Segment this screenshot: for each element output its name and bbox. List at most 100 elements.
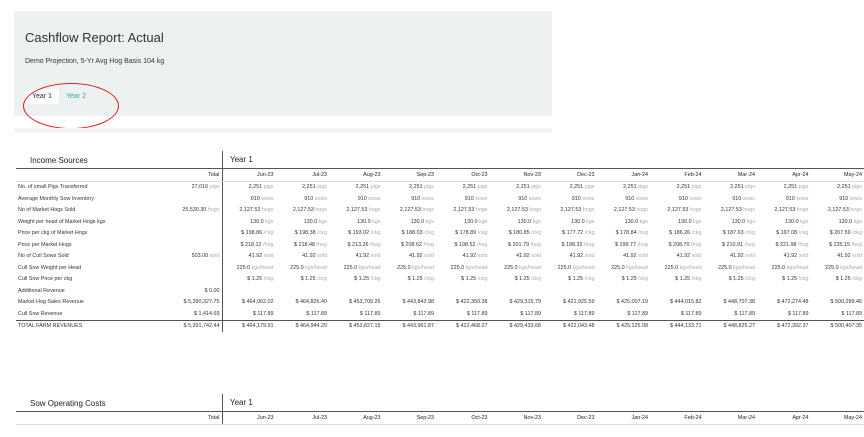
month-cell: 130.0 kgs [571,218,595,225]
report-header-card: Cashflow Report: Actual Demo Projection,… [14,11,552,129]
month-cell: 130.0 kgs [410,218,434,225]
row-label: Market Hog Sales Revenue [18,299,84,306]
month-cell: 910 sows [625,195,648,202]
month-cell: $ 218.12 /hog [240,241,274,248]
month-cell: $ 117.89 [520,310,541,317]
unit-label: hogs [688,207,702,214]
month-cell: 41.92 sold [569,253,595,260]
month-cell: 41.92 sold [623,253,648,260]
unit-label: sows [527,195,541,202]
unit-label: sows [313,195,327,202]
month-col-header: Mar-24 [703,169,757,182]
month-col-header: Jun-23 [222,169,276,182]
month-col-header: Jan-24 [596,412,650,425]
month-cell: $ 472,274.48 [777,299,809,306]
unit-label: pigs [850,184,862,191]
row-label: Cull Sow Weight per Head [18,264,82,271]
unit-label: /ckg [743,230,755,237]
row-total [161,227,223,239]
unit-label: pigs [583,184,595,191]
month-cell: $ 210.91 /hog [722,241,755,248]
month-cell: 910 sows [411,195,434,202]
unit-label: /ckg [369,230,381,237]
unit-label: /ckg [583,276,595,283]
month-cell: 910 sows [678,195,702,202]
unit-label: /ckg [743,276,755,283]
month-cell: $ 429,315.79 [509,299,541,306]
month-cell: $ 198.52 /hog [454,241,488,248]
sow-table-header: Total Jun-23 Jul-23 Aug-23 Sep-23 Oct-23 Nov-2… [16,412,864,425]
month-cell: $ 1.25 /ckg [247,276,274,283]
month-cell: $ 444,015.82 [670,299,702,306]
month-cell: 225.0 kgs/head [504,264,541,271]
unit-label: kgs [852,218,862,225]
unit-label: pigs [690,184,702,191]
month-cell: 225.0 kgs/head [611,264,648,271]
unit-label: sows [259,195,274,202]
month-cell: 910 sows [464,195,488,202]
income-table: Total Jun-23 Jul-23 Aug-23 Sep-23 Oct-23 Nov-2… [16,169,864,332]
unit-label: sold [690,253,702,260]
unit-label: kgs [317,218,327,225]
unit-label: hogs [634,207,648,214]
unit-label: /ckg [476,230,488,237]
month-cell: 130.0 kgs [624,218,648,225]
unit-label: /ckg [262,230,274,237]
month-cell: $ 421,925.59 [563,299,595,306]
month-cell: $ 1.25 /ckg [461,276,488,283]
month-cell: $ 235.15 /hog [829,241,862,248]
month-cell: $ 444,133.71 [650,319,704,332]
month-cell: 2,127.53 hogs [346,207,381,214]
month-cell: $ 186.26 /ckg [669,230,702,237]
month-cell: $ 425,125.08 [596,319,650,332]
month-cell: 2,251 pigs [730,184,755,191]
month-col-header: Sep-23 [382,169,436,182]
month-cell: 41.92 sold [516,253,541,260]
row-total [161,273,223,285]
unit-label: pigs [422,184,434,191]
unit-label: /hog [689,241,702,248]
month-cell: $ 443,961.87 [382,319,436,332]
month-cell: 2,251 pigs [302,184,327,191]
table-row: Market Hog Sales Revenue $ 5,390,327.75 $ … [16,296,864,308]
month-cell: 2,251 pigs [248,184,274,191]
row-total: 27,016 pigs [161,181,223,193]
month-cell: 225.0 kgs/head [825,264,862,271]
month-cell: $ 193.02 /ckg [348,230,381,237]
table-row: Cull Sow Weight per Head 225.0 kgs/head 22… [16,262,864,274]
unit-label: /ckg [315,276,327,283]
unit-label: kgs/head [517,264,541,271]
unit-label: pigs [797,184,809,191]
month-cell: 910 sows [304,195,327,202]
month-cell: 41.92 sold [355,253,381,260]
sow-costs-table: Total Jun-23 Jul-23 Aug-23 Sep-23 Oct-23 Nov-2… [16,412,864,425]
month-col-header: Nov-23 [489,412,543,425]
row-label: TOTAL FARM REVENUES [16,319,161,332]
unit-label: /hog [261,241,274,248]
month-cell: 41.92 sold [783,253,809,260]
unit-label: /ckg [690,276,702,283]
unit-label: kgs [424,218,434,225]
month-cell: $ 201.79 /hog [508,241,541,248]
month-cell: $ 117.89 [252,310,274,317]
total-col-header: Total [161,412,223,425]
month-cell: 225.0 kgs/head [343,264,381,271]
row-label: Price per Market Hogs [18,241,72,248]
unit-label: pigs [369,184,381,191]
unit-label: /ckg [636,230,648,237]
unit-label: hogs [581,207,595,214]
month-cell: $ 208.62 /hog [401,241,434,248]
unit-label: kgs/head [250,264,274,271]
month-cell: $ 187.63 /ckg [722,230,755,237]
month-col-header: Jul-23 [275,169,329,182]
unit-label: kgs/head [464,264,488,271]
unit-label: kgs [531,218,541,225]
month-cell: $ 464,826.40 [295,299,327,306]
unit-label: kgs/head [303,264,327,271]
unit-label: /ckg [369,276,381,283]
unit-label: /ckg [850,230,862,237]
unit-label: sold [583,253,595,260]
table-row: No of Market Hogs Sold 25,530.30 hogs 2,12… [16,204,864,216]
unit-label: /ckg [422,276,434,283]
month-cell: 2,127.53 hogs [720,207,755,214]
